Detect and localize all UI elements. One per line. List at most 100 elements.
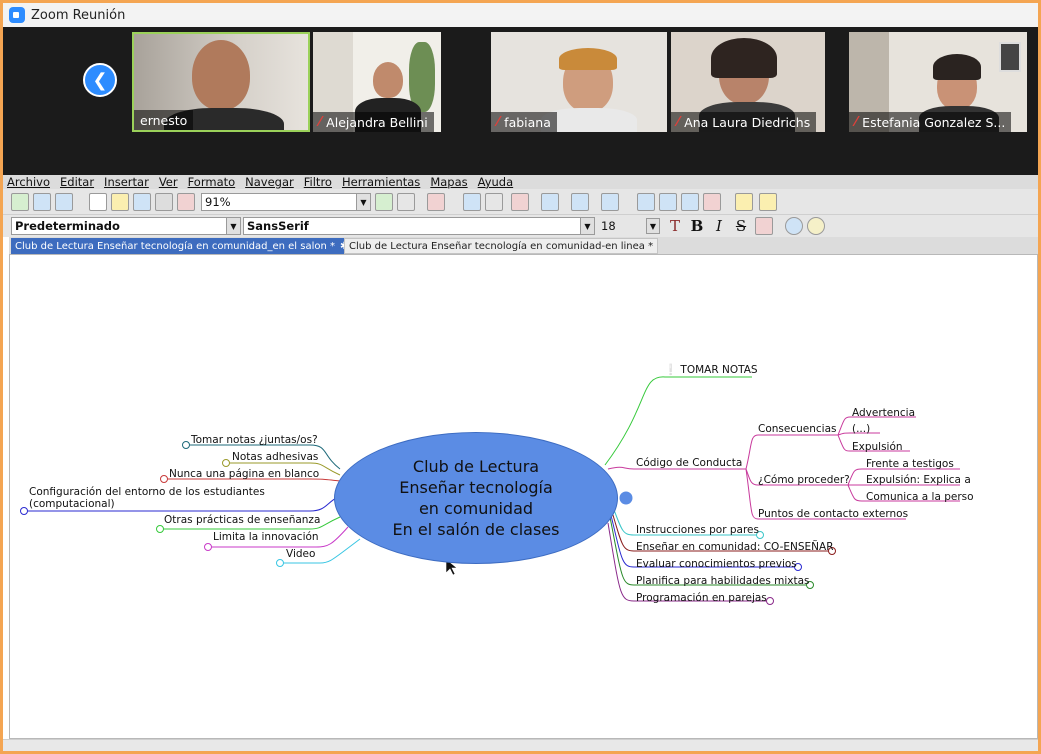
node-otras-practicas[interactable]: Otras prácticas de enseñanza bbox=[164, 514, 320, 526]
node-limita-innovacion[interactable]: Limita la innovación bbox=[213, 531, 319, 543]
node-configuracion-entorno[interactable]: Configuración del entorno de los estudia… bbox=[29, 486, 265, 510]
strikethrough-icon[interactable]: S bbox=[731, 216, 751, 236]
video-tile[interactable]: ⁄ fabiana bbox=[491, 32, 667, 132]
participant-name: ⁄ Alejandra Bellini bbox=[313, 112, 434, 132]
title-bar: Zoom Reunión bbox=[3, 3, 1038, 27]
tab-en-el-salon[interactable]: Club de Lectura Enseñar tecnología en co… bbox=[11, 238, 370, 254]
video-tile[interactable]: ⁄ Estefania Gonzalez S... bbox=[849, 32, 1027, 132]
menu-filtro[interactable]: Filtro bbox=[304, 175, 332, 189]
node-video[interactable]: Video bbox=[286, 548, 315, 560]
menu-insertar[interactable]: Insertar bbox=[104, 175, 149, 189]
node-ensenar-comunidad[interactable]: Enseñar en comunidad: CO-ENSEÑAR bbox=[636, 541, 834, 553]
find-next-icon[interactable] bbox=[659, 193, 677, 211]
menu-editar[interactable]: Editar bbox=[60, 175, 94, 189]
node-tomar-notas[interactable]: ❕ TOMAR NOTAS bbox=[664, 364, 758, 376]
back-icon[interactable] bbox=[463, 193, 481, 211]
video-tile[interactable]: ⁄ Ana Laura Diedrichs bbox=[671, 32, 825, 132]
zoom-page-icon[interactable] bbox=[55, 193, 73, 211]
node-frente-testigos[interactable]: Frente a testigos bbox=[866, 458, 954, 470]
menu-formato[interactable]: Formato bbox=[188, 175, 236, 189]
cloud-color-icon[interactable] bbox=[807, 217, 825, 235]
node-planifica[interactable]: Planifica para habilidades mixtas bbox=[636, 575, 810, 587]
filter-icon[interactable] bbox=[703, 193, 721, 211]
node-programacion-parejas[interactable]: Programación en parejas bbox=[636, 592, 767, 604]
video-strip: ❮ ernesto ⁄ Alejandra Bellini ⁄ fabiana ⁄ A… bbox=[3, 27, 1038, 175]
menu-herramientas[interactable]: Herramientas bbox=[342, 175, 420, 189]
style-select[interactable]: Predeterminado ▼ bbox=[11, 217, 241, 235]
chevron-down-icon: ▼ bbox=[580, 218, 594, 234]
node-expulsion-explica[interactable]: Expulsión: Explica a bbox=[866, 474, 971, 486]
zoom-select[interactable]: 91% ▼ bbox=[201, 193, 371, 211]
preview-icon[interactable] bbox=[427, 193, 445, 211]
collapse-node-icon[interactable] bbox=[601, 193, 619, 211]
menu-navegar[interactable]: Navegar bbox=[245, 175, 294, 189]
muted-mic-icon: ⁄ bbox=[677, 114, 680, 130]
tab-en-linea[interactable]: Club de Lectura Enseñar tecnología en co… bbox=[344, 238, 659, 254]
add-link-icon[interactable] bbox=[541, 193, 559, 211]
zoom-fit-icon[interactable] bbox=[33, 193, 51, 211]
main-toolbar: 91% ▼ bbox=[3, 189, 1038, 215]
bold-icon[interactable]: B bbox=[687, 216, 707, 236]
node-codigo-de-conducta[interactable]: Código de Conducta bbox=[636, 457, 742, 469]
chevron-down-icon: ▼ bbox=[646, 218, 660, 234]
muted-mic-icon: ⁄ bbox=[319, 114, 322, 130]
node-instrucciones-pares[interactable]: Instrucciones por pares bbox=[636, 524, 759, 536]
menu-ayuda[interactable]: Ayuda bbox=[478, 175, 514, 189]
chevron-down-icon: ▼ bbox=[356, 194, 370, 210]
font-select[interactable]: SansSerif ▼ bbox=[243, 217, 595, 235]
text-color-icon[interactable]: T bbox=[665, 216, 685, 236]
find-previous-icon[interactable] bbox=[681, 193, 699, 211]
video-tile[interactable]: ernesto bbox=[132, 32, 310, 132]
node-expulsion[interactable]: Expulsión bbox=[852, 441, 903, 453]
zoom-window: Zoom Reunión ❮ ernesto ⁄ Alejandra Bellin… bbox=[0, 0, 1041, 754]
node-como-proceder[interactable]: ¿Cómo proceder? bbox=[758, 474, 850, 486]
video-tile[interactable]: ⁄ Alejandra Bellini bbox=[313, 32, 441, 132]
participant-name: ⁄ Estefania Gonzalez S... bbox=[849, 112, 1012, 132]
mind-map-canvas[interactable]: Club de Lectura Enseñar tecnología en co… bbox=[9, 254, 1038, 739]
status-bar bbox=[3, 739, 1038, 751]
add-child-icon[interactable] bbox=[511, 193, 529, 211]
menu-archivo[interactable]: Archivo bbox=[7, 175, 50, 189]
previous-page-button[interactable]: ❮ bbox=[83, 63, 117, 97]
open-folder-icon[interactable] bbox=[111, 193, 129, 211]
node-comunica[interactable]: Comunica a la perso bbox=[866, 491, 974, 503]
node-color-icon[interactable] bbox=[755, 217, 773, 235]
italic-icon[interactable]: I bbox=[709, 216, 729, 236]
map-tabs: Club de Lectura Enseñar tecnología en co… bbox=[9, 237, 1038, 254]
node-tomar-notas-juntas[interactable]: Tomar notas ¿juntas/os? bbox=[191, 434, 318, 446]
participant-name: ernesto bbox=[134, 110, 194, 130]
chevron-down-icon: ▼ bbox=[226, 218, 240, 234]
expand-node-icon[interactable] bbox=[571, 193, 589, 211]
new-map-icon[interactable] bbox=[89, 193, 107, 211]
muted-mic-icon: ⁄ bbox=[855, 114, 858, 130]
lightbulb-icon[interactable] bbox=[735, 193, 753, 211]
zoom-logo-icon bbox=[9, 7, 25, 23]
redo-icon[interactable] bbox=[397, 193, 415, 211]
participant-name: ⁄ Ana Laura Diedrichs bbox=[671, 112, 817, 132]
close-map-icon[interactable] bbox=[177, 193, 195, 211]
navigator-icon[interactable] bbox=[11, 193, 29, 211]
undo-icon[interactable] bbox=[375, 193, 393, 211]
node-consecuencias[interactable]: Consecuencias bbox=[758, 423, 836, 435]
muted-mic-icon: ⁄ bbox=[497, 114, 500, 130]
menu-ver[interactable]: Ver bbox=[159, 175, 178, 189]
participant-name: ⁄ fabiana bbox=[491, 112, 557, 132]
note-icon[interactable] bbox=[759, 193, 777, 211]
menu-bar: Archivo Editar Insertar Ver Formato Nave… bbox=[3, 175, 1038, 189]
central-topic[interactable]: Club de Lectura Enseñar tecnología en co… bbox=[334, 432, 618, 564]
cloud-icon[interactable] bbox=[785, 217, 803, 235]
forward-icon[interactable] bbox=[485, 193, 503, 211]
menu-mapas[interactable]: Mapas bbox=[430, 175, 467, 189]
print-icon[interactable] bbox=[155, 193, 173, 211]
node-notas-adhesivas[interactable]: Notas adhesivas bbox=[232, 451, 318, 463]
format-toolbar: Predeterminado ▼ SansSerif ▼ 18 ▼ T B I … bbox=[3, 215, 1038, 237]
save-icon[interactable] bbox=[133, 193, 151, 211]
node-ellipsis[interactable]: (...) bbox=[852, 423, 870, 435]
node-puntos-contacto[interactable]: Puntos de contacto externos bbox=[758, 508, 908, 520]
exclamation-icon: ❕ bbox=[664, 364, 678, 376]
node-nunca-pagina[interactable]: Nunca una página en blanco bbox=[169, 468, 319, 480]
node-evaluar-conocimientos[interactable]: Evaluar conocimientos previos bbox=[636, 558, 797, 570]
find-icon[interactable] bbox=[637, 193, 655, 211]
font-size-select[interactable]: 18 ▼ bbox=[597, 217, 661, 235]
node-advertencia[interactable]: Advertencia bbox=[852, 407, 915, 419]
